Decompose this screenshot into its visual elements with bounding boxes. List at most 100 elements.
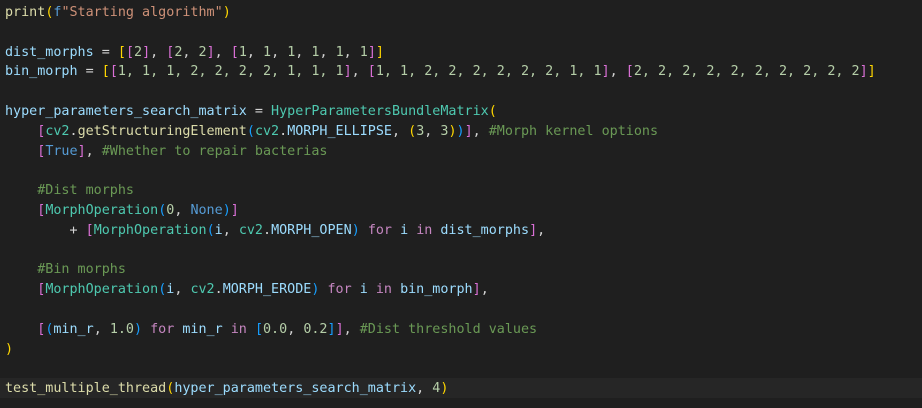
code-line[interactable]: #Dist morphs	[5, 181, 134, 201]
code-token: (	[206, 222, 215, 238]
code-token: 0.0	[263, 321, 288, 337]
code-line[interactable]: + [MorphOperation(i, cv2.MORPH_OPEN) for…	[5, 221, 545, 241]
code-token: .	[69, 123, 78, 139]
code-line[interactable]: dist_morphs = [[2], [2, 2], [1, 1, 1, 1,…	[5, 43, 384, 63]
code-token: test_multiple_thread	[5, 381, 167, 397]
code-token: #Morph kernel options	[488, 123, 659, 139]
code-token: .	[279, 123, 288, 139]
code-line[interactable]: test_multiple_thread(hyper_parameters_se…	[5, 379, 448, 399]
code-token: ]	[867, 64, 876, 80]
code-token: ]	[859, 64, 868, 80]
code-token: dist_morphs	[440, 222, 530, 238]
code-token: [	[230, 44, 239, 60]
code-token: [	[367, 64, 376, 80]
code-line[interactable]: hyper_parameters_search_matrix = HyperPa…	[5, 102, 497, 122]
code-token: bin_morph	[400, 282, 473, 298]
code-token: #Dist morphs	[37, 183, 134, 199]
code-token: for	[327, 282, 352, 298]
code-token: 1, 1, 1, 2, 2, 2, 2, 1, 1, 1	[117, 64, 344, 80]
code-line[interactable]: bin_morph = [[1, 1, 1, 2, 2, 2, 2, 1, 1,…	[5, 62, 876, 82]
code-token: )	[134, 321, 143, 337]
code-line[interactable]: [(min_r, 1.0) for min_r in [0.0, 0.2]], …	[5, 320, 537, 340]
code-token: ,	[85, 143, 102, 159]
code-token: .	[214, 282, 223, 298]
code-token: getStructuringElement	[77, 123, 247, 139]
code-token: ,	[472, 123, 489, 139]
code-token: 1.0	[109, 321, 134, 337]
code-token: ,	[392, 123, 409, 139]
code-token: ,	[271, 44, 288, 60]
code-line[interactable]: [True], #Whether to repair bacterias	[5, 142, 327, 162]
code-token: ,	[319, 44, 336, 60]
code-token: ,	[416, 381, 433, 397]
code-line[interactable]: print(f"Starting algorithm")	[5, 3, 231, 23]
code-token: "Starting algorithm"	[61, 5, 223, 20]
code-token: ]	[206, 44, 215, 60]
code-token: ,	[480, 282, 489, 298]
code-token: MORPH_ERODE	[222, 282, 312, 298]
code-token: MorphOperation	[45, 203, 159, 218]
code-line[interactable]: [MorphOperation(i, cv2.MORPH_ERODE) for …	[5, 280, 489, 300]
code-token: ,	[93, 321, 110, 337]
code-token: ]	[343, 64, 352, 80]
code-token: 1, 1, 2, 2, 2, 2, 2, 2, 1, 1	[375, 64, 602, 80]
code-token: i	[400, 222, 409, 238]
code-token: hyper_parameters_search_matrix	[174, 381, 417, 397]
code-token: HyperParametersBundleMatrix	[271, 104, 489, 119]
code-token: in	[375, 282, 392, 298]
code-token: )	[448, 123, 457, 139]
code-token: ,	[174, 282, 191, 298]
code-token: 0.2	[303, 321, 328, 337]
code-token: 1	[359, 44, 368, 60]
code-token: [	[101, 64, 110, 80]
code-token: [	[254, 321, 263, 337]
code-line[interactable]: #Bin morphs	[5, 260, 126, 280]
code-token: i	[359, 282, 368, 298]
code-token: ,	[174, 203, 191, 218]
code-token: 2	[134, 44, 143, 60]
code-token: MORPH_ELLIPSE	[287, 123, 392, 139]
code-line[interactable]: [cv2.getStructuringElement(cv2.MORPH_ELL…	[5, 122, 658, 142]
code-token: cv2	[190, 282, 215, 298]
code-token: ,	[343, 44, 360, 60]
code-line[interactable]: [MorphOperation(0, None)]	[5, 201, 239, 221]
code-token: #Dist threshold values	[359, 321, 538, 337]
code-token: in	[230, 321, 247, 337]
code-token: 1	[263, 44, 272, 60]
code-line[interactable]: )	[5, 340, 13, 360]
code-token: 1	[335, 44, 344, 60]
code-token: ]	[230, 203, 239, 218]
code-token: for	[367, 222, 392, 238]
code-token: (	[408, 123, 417, 139]
code-token: ,	[609, 64, 626, 80]
code-token: ,	[222, 222, 239, 238]
code-token: ,	[295, 44, 312, 60]
code-token: MORPH_OPEN	[271, 222, 352, 238]
code-token: ,	[424, 123, 441, 139]
code-token: )	[222, 5, 231, 20]
code-token: print	[5, 5, 46, 20]
code-token: [	[85, 222, 94, 238]
code-token: ,	[150, 44, 167, 60]
code-token: [	[109, 64, 118, 80]
code-token: ]	[77, 143, 86, 159]
code-token: ,	[537, 222, 546, 238]
code-token: =	[246, 104, 272, 119]
code-token: bin_morph	[5, 64, 78, 80]
code-token: dist_morphs	[5, 44, 94, 60]
code-token: #Bin morphs	[37, 262, 126, 278]
code-editor[interactable]: print(f"Starting algorithm") dist_morphs …	[0, 0, 922, 408]
